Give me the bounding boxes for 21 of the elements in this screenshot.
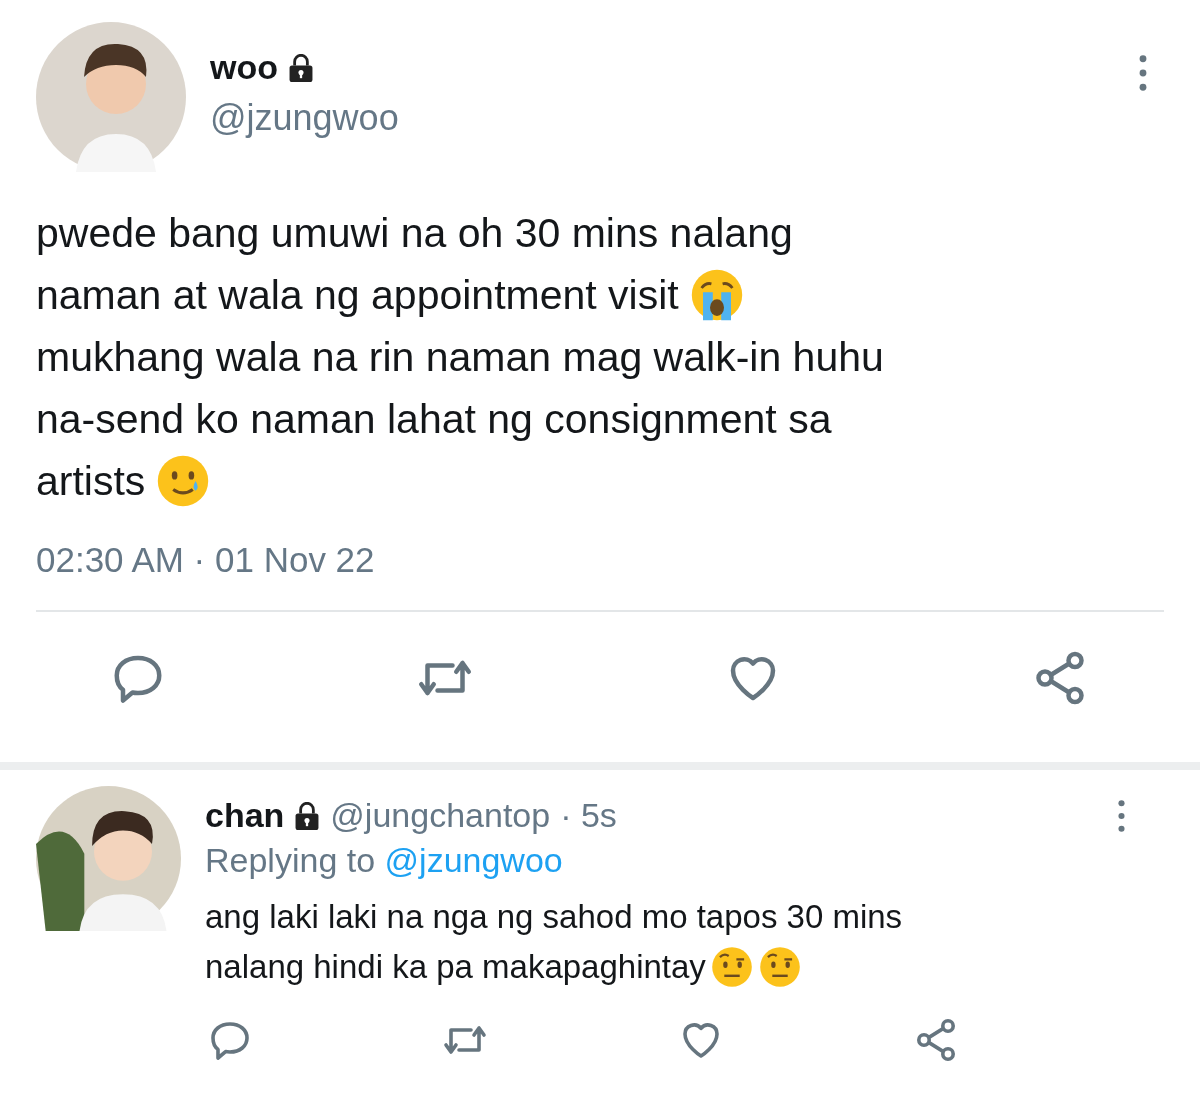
avatar[interactable]	[36, 786, 181, 931]
more-options-icon[interactable]	[1138, 54, 1148, 92]
tweet-text: na-send ko naman lahat ng consignment sa	[36, 395, 832, 444]
avatar[interactable]	[36, 22, 186, 172]
user-handle: @jungchantop	[330, 796, 551, 835]
display-name: woo	[210, 48, 278, 87]
mention-link[interactable]: @jzungwoo	[384, 841, 563, 879]
reply-time: · 5s	[560, 796, 617, 835]
user-handle: @jzungwoo	[210, 97, 399, 139]
raised-eyebrow-face-icon	[757, 945, 802, 989]
raised-eyebrow-face-icon	[709, 945, 754, 989]
tweet-text: pwede bang umuwi na oh 30 mins nalang	[36, 209, 793, 258]
display-name: chan	[205, 796, 285, 835]
reply-text: nalang hindi ka pa makapaghintay	[205, 947, 706, 987]
timestamp: 02:30 AM · 01 Nov 22	[36, 540, 376, 580]
reply-text: ang laki laki na nga ng sahod mo tapos 30 mins	[205, 897, 903, 937]
more-options-icon[interactable]	[1117, 798, 1126, 833]
tweet-text: artists	[36, 457, 146, 506]
tweet-text: naman at wala ng appointment visit	[36, 271, 679, 320]
replying-label: Replying to	[205, 841, 376, 879]
tweet-text: mukhang wala na rin naman mag walk-in huhu	[36, 333, 884, 382]
